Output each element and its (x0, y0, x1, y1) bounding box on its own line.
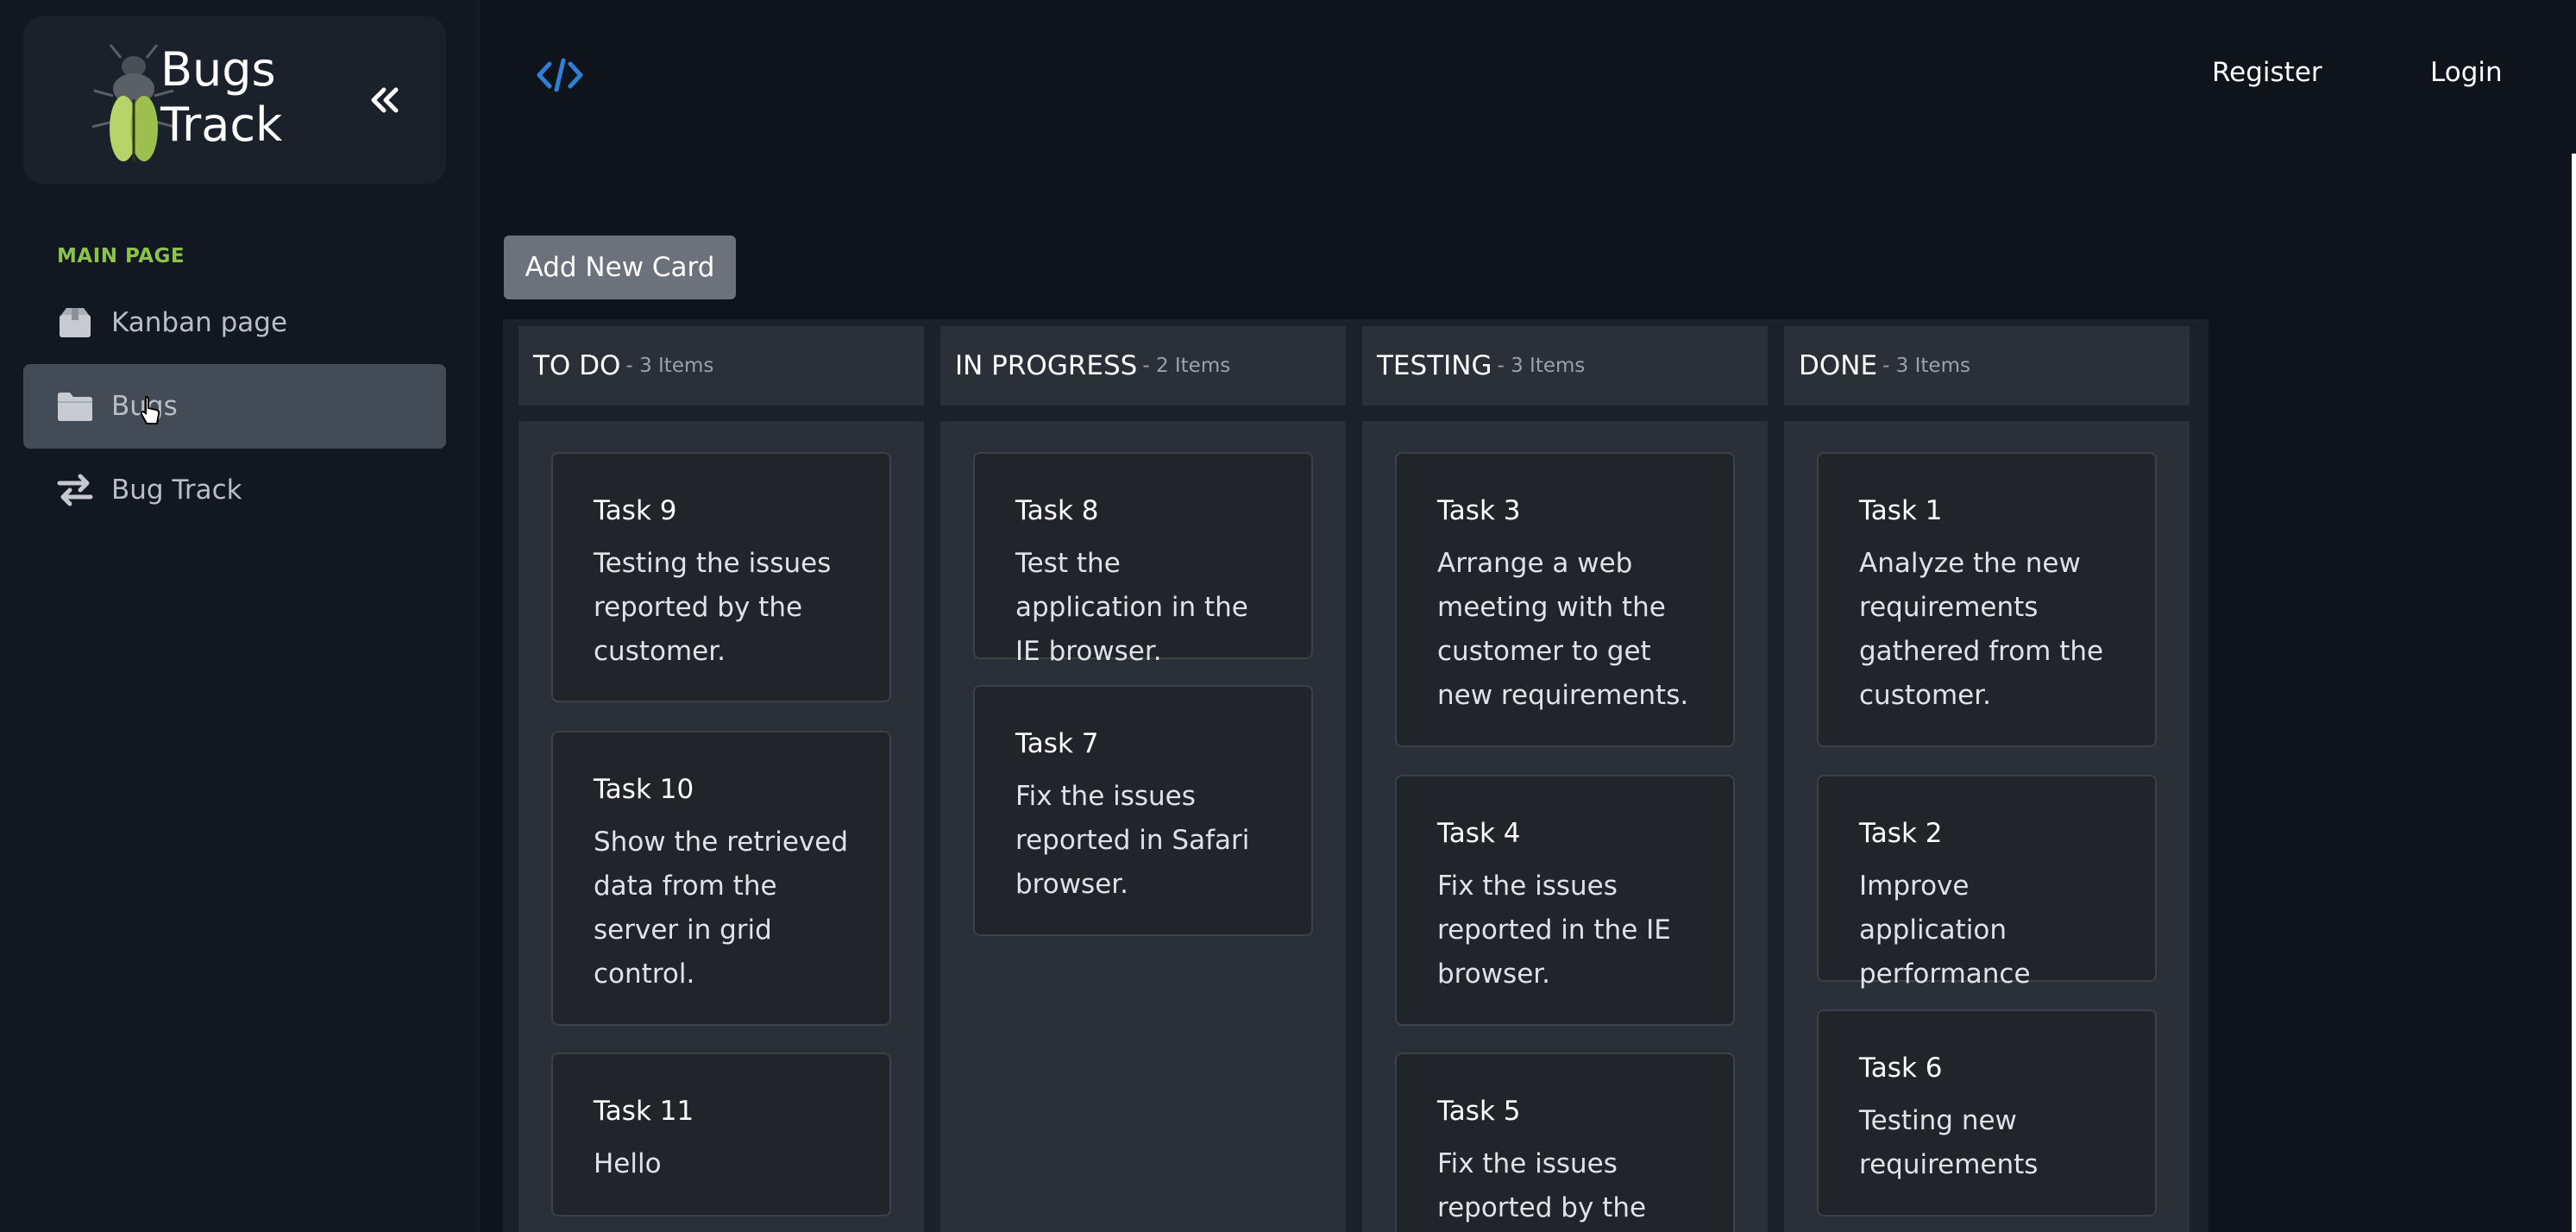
card-description: Improve application performance (1859, 871, 2031, 990)
card-title: Task 7 (1015, 728, 1099, 759)
cursor-pointer-icon (140, 395, 160, 424)
sidebar-item-bugs[interactable]: Bugs (23, 364, 446, 449)
card-title: Task 6 (1859, 1053, 1943, 1084)
card-description: Analyze the new requirements gathered fr… (1859, 548, 2104, 711)
collapse-sidebar-button[interactable] (360, 79, 408, 122)
sidebar-item-kanban[interactable]: Kanban page (23, 280, 446, 365)
card-description: Testing the issues reported by the custo… (594, 548, 832, 667)
column-body: Task 3 Arrange a web meeting with the cu… (1362, 421, 1768, 1232)
kanban-card[interactable]: Task 3 Arrange a web meeting with the cu… (1395, 452, 1735, 747)
app-root: Bugs Track MAIN PAGE Kanban page Bugs Bu… (0, 0, 2576, 1232)
column-header: DONE - 3 Items (1784, 326, 2190, 405)
kanban-card[interactable]: Task 7 Fix the issues reported in Safari… (973, 685, 1313, 936)
card-title: Task 1 (1859, 495, 1943, 526)
card-title: Task 10 (594, 774, 694, 805)
kanban-card[interactable]: Task 8 Test the application in the IE br… (973, 452, 1313, 667)
kanban-card[interactable]: Task 5 Fix the issues reported by the (1395, 1053, 1735, 1232)
card-description: Testing new requirements (1859, 1105, 2039, 1180)
column-header: TESTING - 3 Items (1362, 326, 1768, 405)
brand-panel: Bugs Track (23, 16, 446, 184)
kanban-card[interactable]: Task 9 Testing the issues reported by th… (551, 452, 891, 702)
card-title: Task 5 (1437, 1096, 1521, 1127)
card-description: Arrange a web meeting with the customer … (1437, 548, 1689, 711)
column-item-count: - 3 Items (1882, 355, 1970, 377)
scrollbar[interactable] (2572, 154, 2576, 1232)
column-title: IN PROGRESS (955, 350, 1138, 381)
brand-title-line2: Track (160, 97, 283, 152)
sidebar-item-label: Bug Track (111, 475, 242, 506)
kanban-card[interactable]: Task 4 Fix the issues reported in the IE… (1395, 775, 1735, 1026)
login-link[interactable]: Login (2430, 57, 2503, 88)
kanban-card[interactable]: Task 10 Show the retrieved data from the… (551, 731, 891, 1026)
column-body: Task 8 Test the application in the IE br… (940, 421, 1346, 1232)
code-icon[interactable] (537, 57, 583, 93)
column-title: TESTING (1377, 350, 1492, 381)
card-title: Task 8 (1015, 495, 1099, 526)
column-header: TO DO - 3 Items (518, 326, 924, 405)
main-page-section-label: MAIN PAGE (57, 245, 185, 267)
card-description: Test the application in the IE browser. (1015, 548, 1248, 667)
card-title: Task 9 (594, 495, 677, 526)
register-link[interactable]: Register (2212, 57, 2322, 88)
column-title: TO DO (533, 350, 621, 381)
kanban-card[interactable]: Task 11 Hello (551, 1053, 891, 1216)
kanban-card[interactable]: Task 2 Improve application performance (1817, 775, 2157, 990)
double-chevron-left-icon (371, 87, 399, 113)
sidebar: Bugs Track MAIN PAGE Kanban page Bugs Bu… (0, 0, 480, 1232)
box-icon (56, 304, 94, 342)
card-title: Task 2 (1859, 818, 1943, 849)
brand-title: Bugs Track (160, 42, 282, 153)
card-description: Show the retrieved data from the server … (594, 827, 849, 990)
card-title: Task 11 (594, 1096, 694, 1127)
sidebar-item-label: Kanban page (111, 307, 288, 338)
card-title: Task 4 (1437, 818, 1521, 849)
sidebar-item-bug-track[interactable]: Bug Track (23, 448, 446, 532)
folder-icon (56, 387, 94, 425)
column-item-count: - 3 Items (1497, 355, 1586, 377)
card-description: Hello (594, 1148, 662, 1179)
column-item-count: - 2 Items (1142, 355, 1231, 377)
swap-arrows-icon (56, 471, 94, 509)
column-title: DONE (1799, 350, 1878, 381)
column-item-count: - 3 Items (625, 355, 714, 377)
card-description: Fix the issues reported in Safari browse… (1015, 781, 1250, 900)
column-body: Task 9 Testing the issues reported by th… (518, 421, 924, 1232)
card-title: Task 3 (1437, 495, 1521, 526)
brand-title-line1: Bugs (160, 42, 276, 97)
card-description: Fix the issues reported in the IE browse… (1437, 871, 1671, 990)
column-header: IN PROGRESS - 2 Items (940, 326, 1346, 405)
kanban-card[interactable]: Task 6 Testing new requirements (1817, 1009, 2157, 1216)
kanban-board: TO DO - 3 Items Task 9 Testing the issue… (503, 319, 2208, 1232)
column-body: Task 1 Analyze the new requirements gath… (1784, 421, 2190, 1232)
kanban-card[interactable]: Task 1 Analyze the new requirements gath… (1817, 452, 2157, 747)
card-description: Fix the issues reported by the (1437, 1148, 1647, 1223)
add-new-card-button[interactable]: Add New Card (504, 236, 736, 299)
